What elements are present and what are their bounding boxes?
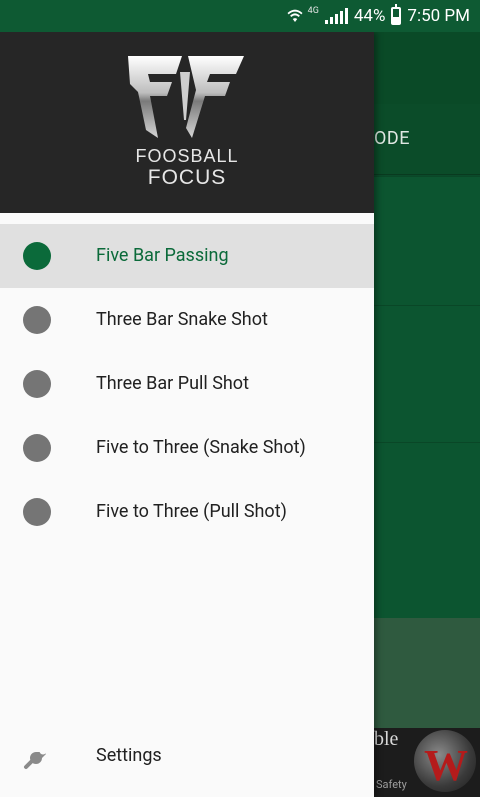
app-card [374, 305, 480, 442]
dot-icon [23, 434, 51, 462]
selected-dot-icon [23, 242, 51, 270]
drill-menu: Five Bar Passing Three Bar Snake Shot Th… [0, 224, 374, 544]
drawer-header: FOOSBALL FOCUS [0, 32, 374, 213]
battery-percent: 44% [353, 6, 386, 26]
menu-item-label: Five to Three (Pull Shot) [96, 501, 287, 522]
menu-item-label: Five Bar Passing [96, 245, 229, 266]
menu-item-label: Three Bar Pull Shot [96, 373, 249, 394]
app-card [374, 442, 480, 619]
menu-item-five-bar-passing[interactable]: Five Bar Passing [0, 224, 374, 288]
signal-icon [324, 8, 348, 24]
dot-icon [23, 306, 51, 334]
ad-small-text: Safety [376, 778, 407, 791]
dot-icon [23, 370, 51, 398]
clock: 7:50 PM [407, 6, 470, 26]
logo-text-line1: FOOSBALL [135, 146, 239, 166]
wrench-icon [24, 747, 47, 769]
menu-item-five-to-three-snake-shot[interactable]: Five to Three (Snake Shot) [0, 416, 374, 480]
settings-label: Settings [96, 745, 162, 766]
app-card [374, 176, 480, 305]
menu-item-five-to-three-pull-shot[interactable]: Five to Three (Pull Shot) [0, 480, 374, 544]
settings-item[interactable]: Settings [0, 726, 374, 786]
ad-banner[interactable]: ble W Safety [374, 728, 480, 797]
ad-text: ble [374, 728, 399, 750]
navigation-drawer: FOOSBALL FOCUS Five Bar Passing Three Ba… [0, 32, 374, 797]
menu-item-label: Three Bar Snake Shot [96, 309, 268, 330]
app-footer [374, 618, 480, 728]
logo-text-line2: FOCUS [147, 166, 227, 189]
status-bar: 4G 44% 7:50 PM [0, 0, 480, 32]
wifi-icon [287, 9, 303, 22]
menu-item-three-bar-snake-shot[interactable]: Three Bar Snake Shot [0, 288, 374, 352]
menu-item-label: Five to Three (Snake Shot) [96, 437, 306, 458]
menu-item-three-bar-pull-shot[interactable]: Three Bar Pull Shot [0, 352, 374, 416]
dot-icon [23, 498, 51, 526]
battery-icon [391, 4, 402, 25]
network-type: 4G [307, 6, 319, 16]
ad-logo: W [424, 741, 468, 790]
app-tab-label: ODE [374, 128, 410, 149]
